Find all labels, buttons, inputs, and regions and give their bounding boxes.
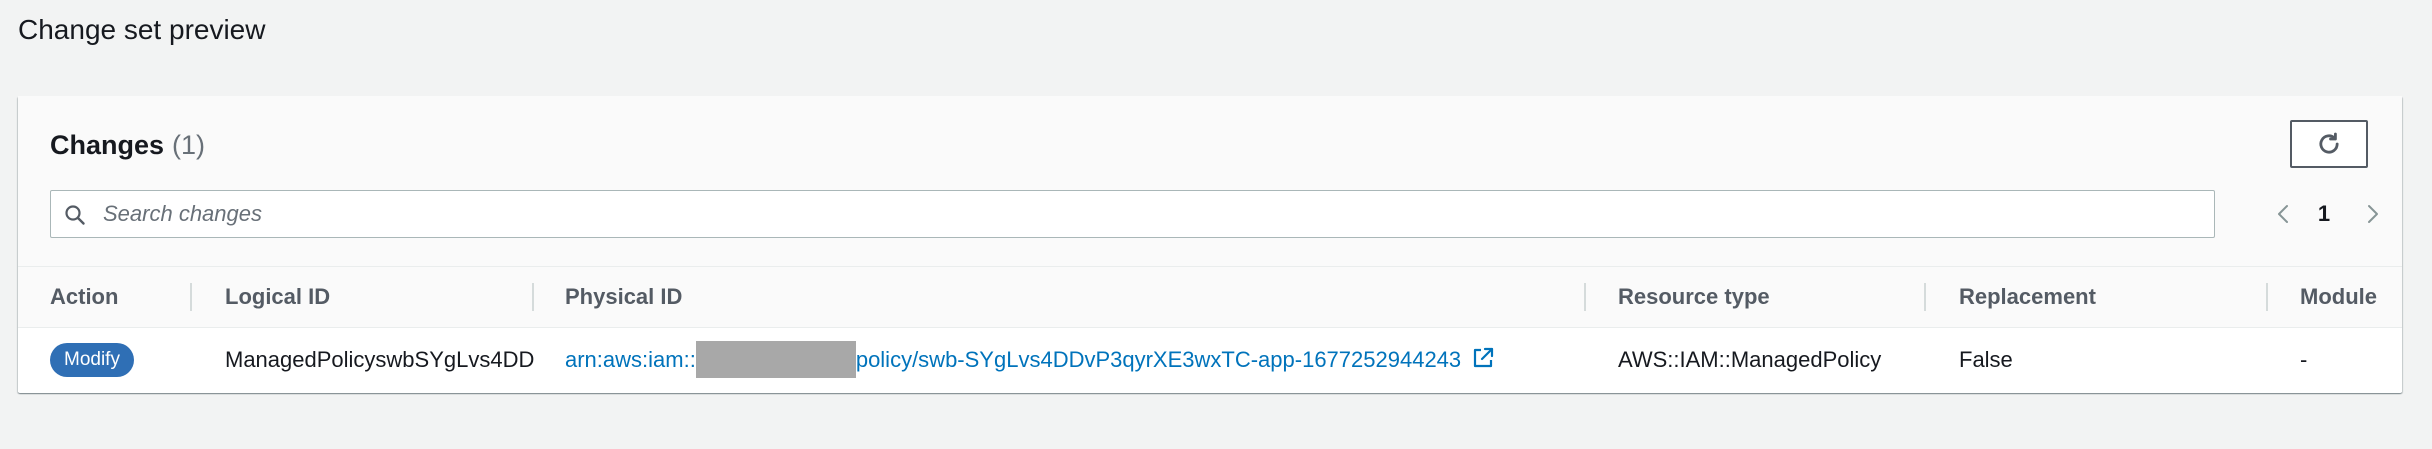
replacement-cell: False [1959, 347, 2013, 372]
column-header-replacement[interactable]: Replacement [1959, 267, 2096, 327]
table-header: Action Logical ID Physical ID Resource t… [18, 267, 2402, 328]
redacted-account-id [695, 340, 856, 378]
column-header-physical-id[interactable]: Physical ID [565, 267, 682, 327]
page-title: Change set preview [18, 14, 266, 45]
column-header-action[interactable]: Action [50, 267, 118, 327]
column-header-resource-type[interactable]: Resource type [1618, 267, 1770, 327]
physical-id-suffix: policy/swb-SYgLvs4DDvP3qyrXE3wxTC-app-16… [855, 347, 1462, 372]
physical-id-cell: arn:aws:iam:: policy/swb-SYgLvs4DDvP3qyrX… [565, 328, 1495, 392]
pagination: 1 [2258, 196, 2388, 232]
refresh-icon [2319, 132, 2339, 154]
chevron-right-icon[interactable] [2360, 202, 2384, 226]
search-icon [65, 205, 85, 225]
logical-id-cell: ManagedPolicyswbSYgLvs4DD [225, 347, 535, 372]
search-box[interactable] [50, 190, 2215, 238]
resource-type-cell: AWS::IAM::ManagedPolicy [1618, 347, 1882, 372]
search-input[interactable] [103, 191, 2193, 237]
changes-heading: Changes (1) [50, 128, 205, 162]
column-resizer[interactable] [1584, 283, 1586, 311]
physical-id-link[interactable]: arn:aws:iam:: policy/swb-SYgLvs4DDvP3qyrX… [565, 340, 1462, 378]
page-number[interactable]: 1 [2314, 200, 2334, 228]
column-header-module[interactable]: Module [2300, 267, 2377, 327]
changes-panel: Changes(1) 1 Action [18, 96, 2402, 393]
column-resizer[interactable] [190, 283, 192, 311]
table-row: Modify ManagedPolicyswbSYgLvs4DD arn:aws… [18, 328, 2402, 392]
column-header-logical-id[interactable]: Logical ID [225, 267, 330, 327]
changes-count: (1) [172, 130, 206, 160]
external-link-icon[interactable] [1471, 346, 1495, 370]
changes-title: Changes [50, 130, 165, 160]
column-resizer[interactable] [1924, 283, 1926, 311]
action-badge: Modify [50, 343, 134, 377]
chevron-left-icon[interactable] [2272, 202, 2296, 226]
changes-panel-header: Changes(1) 1 [18, 96, 2402, 267]
refresh-button[interactable] [2290, 120, 2368, 168]
column-resizer[interactable] [2266, 283, 2268, 311]
physical-id-prefix: arn:aws:iam:: [565, 347, 696, 372]
module-cell: - [2300, 347, 2308, 372]
column-resizer[interactable] [532, 283, 534, 311]
